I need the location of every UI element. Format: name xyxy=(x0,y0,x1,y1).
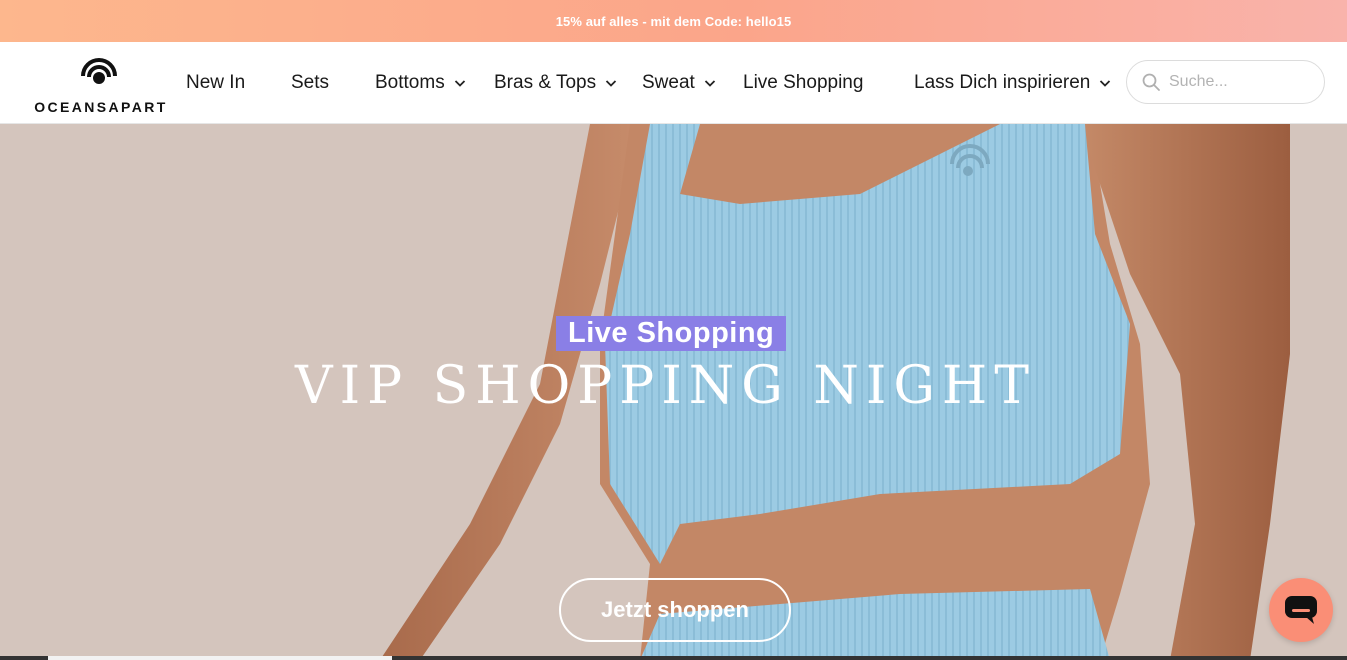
nav-label: Sets xyxy=(291,72,330,93)
chevron-down-icon xyxy=(704,80,715,87)
promo-banner: 15% auf alles - mit dem Code: hello15 xyxy=(0,0,1347,42)
carousel-dot-active[interactable] xyxy=(48,656,392,660)
brand-logo[interactable]: OCEANSAPART xyxy=(34,50,168,116)
hero-title: VIP SHOPPING NIGHT xyxy=(295,356,1036,416)
nav-new-in[interactable]: New In xyxy=(186,42,245,124)
chat-icon xyxy=(1285,596,1317,624)
search-box[interactable] xyxy=(1126,60,1325,104)
hero-banner[interactable]: Live Shopping VIP SHOPPING NIGHT Jetzt s… xyxy=(0,124,1347,660)
chevron-down-icon xyxy=(1100,80,1111,87)
nav-label: Bras & Tops xyxy=(494,72,597,93)
nav-bottoms[interactable]: Bottoms xyxy=(375,42,466,124)
nav-sets[interactable]: Sets xyxy=(291,42,329,124)
brand-name: OCEANSAPART xyxy=(34,99,168,115)
brand-logo-icon xyxy=(81,58,117,84)
search-input[interactable] xyxy=(1169,73,1309,91)
nav-label: Bottoms xyxy=(375,72,445,93)
nav-inspiration[interactable]: Lass Dich inspirieren xyxy=(914,42,1111,124)
carousel-progress[interactable] xyxy=(0,656,1347,660)
search-icon[interactable] xyxy=(1141,72,1161,92)
carousel-dot[interactable] xyxy=(0,656,48,660)
nav-sweat[interactable]: Sweat xyxy=(642,42,716,124)
chevron-down-icon xyxy=(454,80,465,87)
site-header: OCEANSAPART New In Sets Bottoms Bras & T… xyxy=(0,42,1347,124)
carousel-dot[interactable] xyxy=(392,656,1347,660)
nav-label: Lass Dich inspirieren xyxy=(914,72,1091,93)
nav-live-shopping[interactable]: Live Shopping xyxy=(743,42,863,124)
chevron-down-icon xyxy=(605,80,617,87)
shop-now-button[interactable]: Jetzt shoppen xyxy=(559,578,791,642)
hero-badge: Live Shopping xyxy=(556,316,787,351)
nav-label: Sweat xyxy=(642,72,695,93)
chat-button[interactable] xyxy=(1269,578,1333,642)
promo-text: 15% auf alles - mit dem Code: hello15 xyxy=(555,13,792,29)
nav-label: New In xyxy=(186,72,246,93)
nav-bras-tops[interactable]: Bras & Tops xyxy=(494,42,617,124)
nav-label: Live Shopping xyxy=(743,72,864,93)
